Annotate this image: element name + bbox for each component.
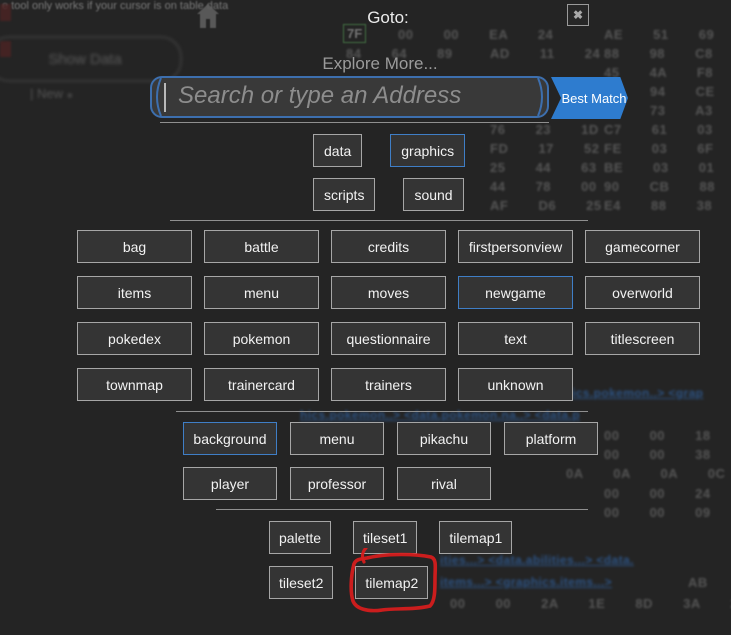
- goto-button-pokedex[interactable]: pokedex: [77, 322, 192, 355]
- goto-dialog-screen: 00 00 EA 24AE 51 6984 64 89AD 11 2488 98…: [0, 0, 731, 635]
- file-link-row: ities...> <data.abilities...> <data.: [440, 553, 634, 567]
- button-row-graphics-3: pokedex pokemon questionnaire text titlescre…: [77, 322, 700, 355]
- button-row-root-2: scripts sound: [313, 178, 464, 211]
- close-button[interactable]: ✖: [567, 4, 589, 26]
- goto-button-newgame[interactable]: newgame: [458, 276, 573, 309]
- section-separator: [170, 220, 588, 221]
- dialog-title: Goto:: [340, 8, 436, 28]
- button-row-background-1: palette tileset1 tilemap1: [269, 521, 512, 554]
- goto-button-text[interactable]: text: [458, 322, 573, 355]
- goto-button-trainercard[interactable]: trainercard: [204, 368, 319, 401]
- button-row-newgame-1: background menu pikachu platform: [183, 422, 598, 455]
- button-row-graphics-4: townmap trainercard trainers unknown: [77, 368, 573, 401]
- goto-button-overworld[interactable]: overworld: [585, 276, 700, 309]
- goto-button-menu[interactable]: menu: [290, 422, 384, 455]
- section-separator: [176, 411, 588, 412]
- goto-button-background[interactable]: background: [183, 422, 277, 455]
- goto-button-rival[interactable]: rival: [397, 467, 491, 500]
- goto-button-tileset2[interactable]: tileset2: [269, 566, 333, 599]
- goto-button-menu[interactable]: menu: [204, 276, 319, 309]
- button-row-background-2: tileset2 tilemap2: [269, 566, 428, 599]
- goto-button-scripts[interactable]: scripts: [313, 178, 375, 211]
- file-link-row: items...> <graphics.items...>: [440, 575, 612, 589]
- goto-button-palette[interactable]: palette: [269, 521, 331, 554]
- goto-button-trainers[interactable]: trainers: [331, 368, 446, 401]
- new-link: | New ⁎: [30, 86, 73, 102]
- section-separator: [216, 509, 588, 510]
- goto-button-pokemon[interactable]: pokemon: [204, 322, 319, 355]
- button-row-graphics-2: items menu moves newgame overworld: [77, 276, 700, 309]
- file-link-row: ics.pokemon..> <grap: [572, 386, 703, 400]
- goto-button-data[interactable]: data: [313, 134, 362, 167]
- goto-button-sound[interactable]: sound: [403, 178, 463, 211]
- button-row-root-1: data graphics: [313, 134, 465, 167]
- goto-button-pikachu[interactable]: pikachu: [397, 422, 491, 455]
- close-icon: ✖: [573, 8, 583, 22]
- goto-button-firstpersonview[interactable]: firstpersonview: [458, 230, 573, 263]
- button-row-graphics-1: bag battle credits firstpersonview gamecorne…: [77, 230, 700, 263]
- button-row-newgame-2: player professor rival: [183, 467, 491, 500]
- explore-more-subtitle: Explore More...: [305, 54, 455, 74]
- left-bracket-decoration: [152, 76, 164, 118]
- goto-button-townmap[interactable]: townmap: [77, 368, 192, 401]
- goto-button-tileset1[interactable]: tileset1: [353, 521, 417, 554]
- goto-button-items[interactable]: items: [77, 276, 192, 309]
- goto-button-battle[interactable]: battle: [204, 230, 319, 263]
- goto-button-platform[interactable]: platform: [504, 422, 598, 455]
- red-edge-marker: [0, 4, 11, 21]
- search-input[interactable]: [152, 78, 547, 116]
- section-separator: [160, 122, 549, 123]
- goto-button-tilemap1[interactable]: tilemap1: [439, 521, 512, 554]
- goto-button-graphics[interactable]: graphics: [390, 134, 465, 167]
- right-bracket-decoration: [535, 76, 547, 118]
- goto-button-bag[interactable]: bag: [77, 230, 192, 263]
- goto-button-credits[interactable]: credits: [331, 230, 446, 263]
- goto-button-tilemap2[interactable]: tilemap2: [355, 566, 428, 599]
- goto-button-player[interactable]: player: [183, 467, 277, 500]
- search-bar: [150, 76, 549, 118]
- goto-button-gamecorner[interactable]: gamecorner: [585, 230, 700, 263]
- best-match-button[interactable]: Best Match: [551, 77, 628, 119]
- goto-button-moves[interactable]: moves: [331, 276, 446, 309]
- background-hint-text: e tool only works if your cursor is on t…: [2, 0, 228, 12]
- home-icon[interactable]: [196, 3, 220, 29]
- goto-button-titlescreen[interactable]: titlescreen: [585, 322, 700, 355]
- text-caret: [164, 83, 166, 112]
- goto-button-questionnaire[interactable]: questionnaire: [331, 322, 446, 355]
- goto-button-unknown[interactable]: unknown: [458, 368, 573, 401]
- goto-button-professor[interactable]: professor: [290, 467, 384, 500]
